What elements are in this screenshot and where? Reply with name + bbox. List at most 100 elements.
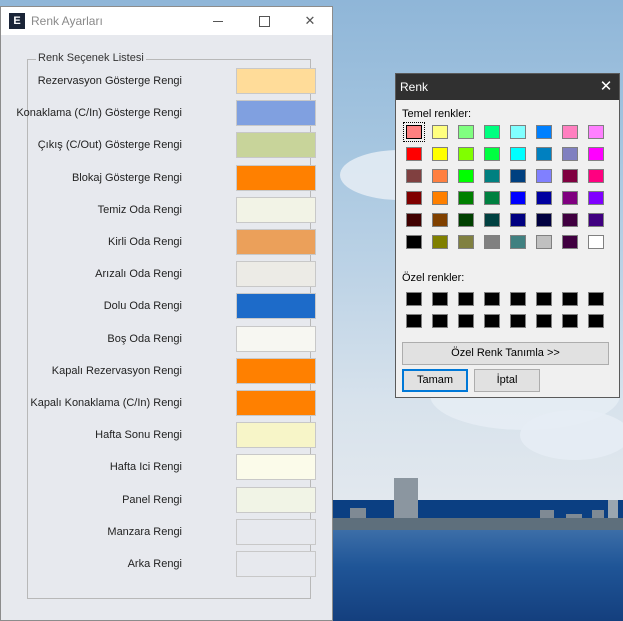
color-swatch-button[interactable] [236,229,316,255]
color-swatch-button[interactable] [236,551,316,577]
basic-color-cell[interactable] [562,191,578,205]
custom-color-cell[interactable] [588,292,604,306]
color-swatch-button[interactable] [236,454,316,481]
basic-color-cell[interactable] [484,169,500,183]
basic-color-cell[interactable] [484,147,500,161]
basic-color-cell[interactable] [432,235,448,249]
custom-color-cell[interactable] [536,292,552,306]
window-client-area: Renk Seçenek Listesi Rezervasyon Gösterg… [1,35,332,620]
basic-color-cell[interactable] [510,125,526,139]
basic-color-cell[interactable] [403,122,425,142]
basic-color-cell[interactable] [458,235,474,249]
custom-color-cell[interactable] [562,314,578,328]
basic-color-cell[interactable] [536,213,552,227]
color-settings-window: E Renk Ayarları ✕ Renk Seçenek Listesi R… [0,6,333,621]
wallpaper-cloud [520,410,623,460]
cancel-button[interactable]: İptal [474,369,540,392]
close-icon: ✕ [599,78,613,95]
basic-color-cell[interactable] [510,235,526,249]
basic-color-cell[interactable] [562,213,578,227]
custom-color-cell[interactable] [484,314,500,328]
dialog-title: Renk [400,80,429,94]
basic-color-cell[interactable] [432,213,448,227]
basic-color-cell[interactable] [458,125,474,139]
color-swatch-button[interactable] [236,68,316,94]
color-swatch-button[interactable] [236,390,316,416]
custom-color-cell[interactable] [510,314,526,328]
basic-color-cell[interactable] [406,191,422,205]
basic-color-cell[interactable] [432,125,448,139]
custom-color-cell[interactable] [406,292,422,306]
basic-color-cell[interactable] [510,213,526,227]
custom-color-cell[interactable] [510,292,526,306]
basic-color-cell[interactable] [458,147,474,161]
color-swatch-button[interactable] [236,293,316,320]
basic-color-cell[interactable] [406,235,422,249]
basic-color-cell[interactable] [484,235,500,249]
close-button[interactable]: ✕ [287,7,333,35]
basic-color-cell[interactable] [458,169,474,183]
close-icon: ✕ [304,13,316,28]
maximize-button[interactable] [241,7,287,35]
color-option-label: Arka Rengi [127,558,182,570]
basic-color-cell[interactable] [510,147,526,161]
custom-color-cell[interactable] [406,314,422,328]
custom-color-cell[interactable] [588,314,604,328]
custom-color-cell[interactable] [484,292,500,306]
title-bar[interactable]: E Renk Ayarları ✕ [1,7,332,35]
basic-color-cell[interactable] [432,191,448,205]
basic-color-cell[interactable] [536,169,552,183]
basic-color-cell[interactable] [406,147,422,161]
custom-color-cell[interactable] [536,314,552,328]
basic-color-cell[interactable] [562,235,578,249]
basic-color-cell[interactable] [510,169,526,183]
basic-color-cell[interactable] [510,191,526,205]
basic-color-cell[interactable] [536,147,552,161]
basic-color-cell[interactable] [588,125,604,139]
minimize-button[interactable] [195,7,241,35]
color-swatch-button[interactable] [236,325,316,352]
color-swatch-button[interactable] [236,261,316,288]
basic-color-cell[interactable] [536,235,552,249]
custom-color-cell[interactable] [432,292,448,306]
basic-color-cell[interactable] [588,147,604,161]
color-swatch-button[interactable] [236,422,316,449]
color-swatch-button[interactable] [236,357,316,384]
basic-color-cell[interactable] [588,169,604,183]
color-option-label: Kapalı Konaklama (C/In) Rengi [30,397,182,409]
basic-color-cell[interactable] [562,147,578,161]
basic-color-cell[interactable] [562,125,578,139]
custom-color-cell[interactable] [562,292,578,306]
color-option-label: Arızalı Oda Rengi [95,268,182,281]
basic-color-cell[interactable] [588,213,604,227]
basic-color-cell[interactable] [484,125,500,139]
custom-color-cell[interactable] [458,292,474,306]
color-swatch-button[interactable] [236,132,316,159]
color-option-label: Temiz Oda Rengi [97,203,182,216]
basic-color-cell[interactable] [406,169,422,183]
basic-color-cell[interactable] [458,213,474,227]
basic-color-cell[interactable] [406,213,422,227]
color-swatch-button[interactable] [236,518,316,545]
basic-color-cell[interactable] [484,213,500,227]
color-swatch-button[interactable] [236,486,316,513]
dialog-title-bar[interactable]: Renk ✕ [396,74,619,100]
basic-color-cell[interactable] [432,147,448,161]
color-swatch-button[interactable] [236,164,316,191]
custom-color-cell[interactable] [458,314,474,328]
color-swatch-button[interactable] [236,196,316,223]
basic-color-cell[interactable] [458,191,474,205]
basic-color-cell[interactable] [562,169,578,183]
ok-button[interactable]: Tamam [402,369,468,392]
basic-color-cell[interactable] [536,125,552,139]
basic-color-cell[interactable] [588,191,604,205]
custom-color-cell[interactable] [432,314,448,328]
basic-color-cell[interactable] [588,235,604,249]
basic-color-cell[interactable] [536,191,552,205]
basic-color-cell[interactable] [432,169,448,183]
group-title: Renk Seçenek Listesi [36,52,146,64]
basic-color-cell[interactable] [484,191,500,205]
define-custom-color-button[interactable]: Özel Renk Tanımla >> [402,342,609,365]
color-swatch-button[interactable] [236,100,316,127]
dialog-close-button[interactable]: ✕ [593,74,619,100]
